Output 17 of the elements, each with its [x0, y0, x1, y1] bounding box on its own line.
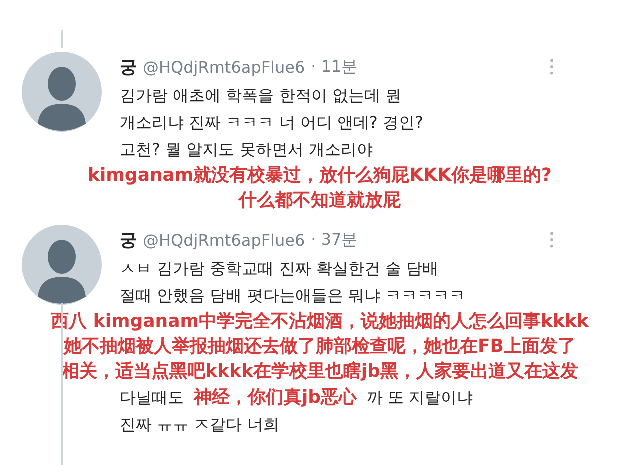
post-text: 절때 안했음 담배 폇다는애들은 뭐냐 ㅋㅋㅋㅋㅋ — [120, 285, 466, 307]
post-text: 다닐때도 — [120, 387, 184, 409]
avatar-icon[interactable] — [22, 52, 102, 132]
user-handle[interactable]: @HQdjRmt6apFlue6 — [143, 230, 306, 250]
caption-text: 神经，你们真jb恶心 — [192, 385, 360, 410]
post-text: 김가람 애초에 학폭을 한적이 없는데 뭔 — [120, 85, 402, 107]
author-name[interactable]: 궁 — [120, 228, 137, 252]
post-text: ㅅㅂ 김가람 중학교때 진짜 확실한건 술 담배 — [120, 258, 440, 280]
avatar-icon[interactable] — [22, 225, 102, 305]
post-time: · 11분 — [311, 56, 358, 78]
post-text: 고천? 뭘 알지도 못하면서 개소리야 — [120, 139, 374, 161]
post-text: 개소리냐 진짜 ㅋㅋㅋ 너 어디 앤데? 경인? — [120, 112, 424, 134]
author-name[interactable]: 궁 — [120, 56, 137, 78]
post-text: 까 또 지랄이냐 — [367, 387, 474, 409]
user-handle[interactable]: @HQdjRmt6apFlue6 — [143, 58, 306, 76]
post-time: · 37분 — [311, 230, 358, 250]
post-text: 진짜 ㅠㅠ ㅈ같다 너희 — [120, 414, 280, 436]
